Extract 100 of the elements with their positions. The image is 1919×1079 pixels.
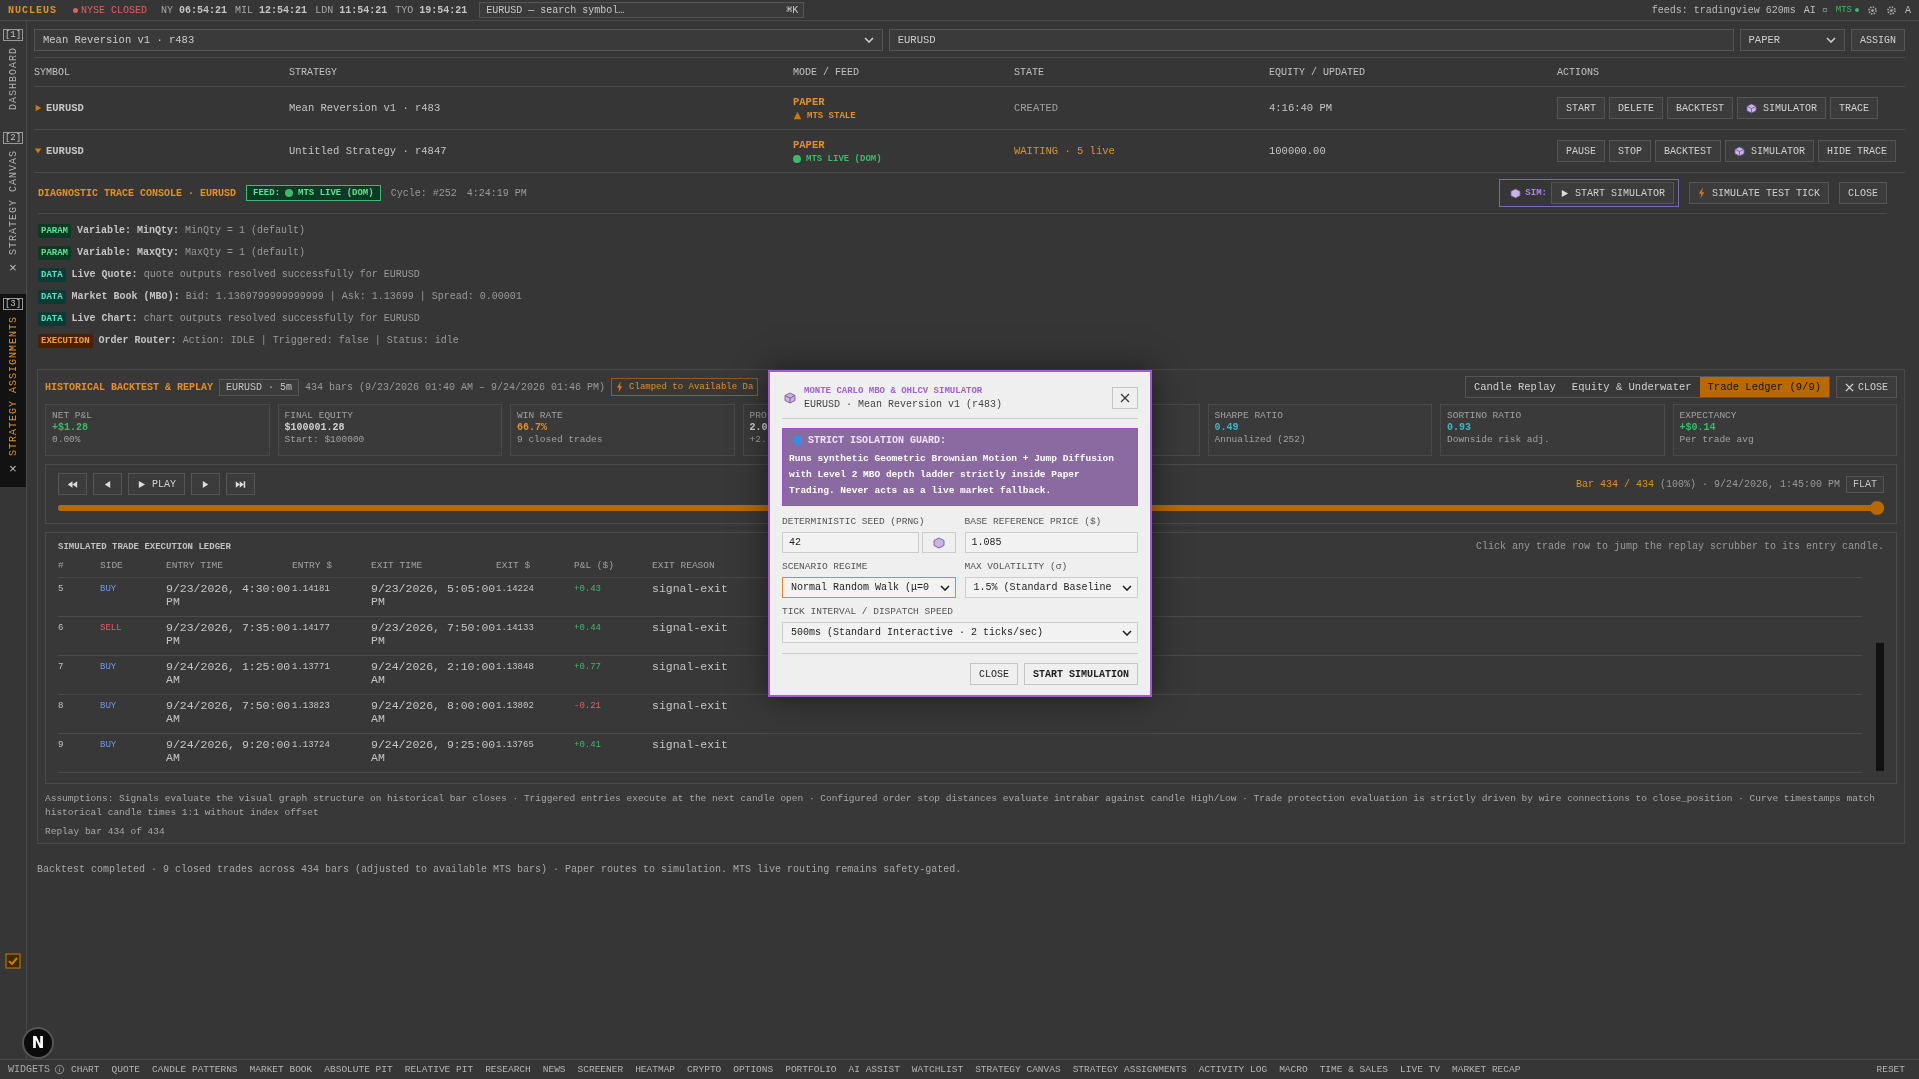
table-cell-text: 1.14177: [292, 622, 330, 633]
test-tick-button[interactable]: SIMULATE TEST TICK: [1688, 182, 1829, 204]
scenario-select[interactable]: Normal Random Walk (μ=0: [782, 577, 956, 598]
widget-link[interactable]: STRATEGY CANVAS: [969, 1064, 1067, 1075]
widget-link[interactable]: STRATEGY ASSIGNMENTS: [1066, 1064, 1193, 1075]
view-tab[interactable]: Equity & Underwater: [1563, 377, 1700, 397]
assign-button[interactable]: ASSIGN: [1851, 29, 1905, 51]
widget-link[interactable]: LIVE TV: [1394, 1064, 1446, 1075]
widget-link[interactable]: QUOTE: [105, 1064, 147, 1075]
randomize-button[interactable]: [921, 532, 956, 553]
table-cell-text: 1.13823: [292, 700, 330, 711]
market-status: NYSE CLOSED: [81, 4, 148, 16]
log-message: chart outputs resolved successfully for EURUSD: [143, 313, 420, 324]
step-back-button[interactable]: [93, 473, 122, 495]
metric-value: 0.49: [1214, 422, 1239, 433]
widget-link[interactable]: ACTIVITY LOG: [1192, 1064, 1274, 1075]
widget-link[interactable]: HEATMAP: [629, 1064, 682, 1075]
widget-link[interactable]: PORTFOLIO: [779, 1064, 843, 1075]
column-header: ENTRY TIME: [166, 560, 223, 571]
action-button[interactable]: SIMULATOR: [1725, 140, 1815, 162]
action-button[interactable]: START: [1557, 97, 1605, 119]
symbol-field[interactable]: EURUSD: [888, 29, 1734, 51]
column-header: #: [58, 560, 64, 571]
seed-field[interactable]: 42: [782, 532, 919, 553]
widget-link[interactable]: CRYPTO: [681, 1064, 728, 1075]
log-tag: PARAM: [38, 245, 71, 260]
price-field[interactable]: 1.085: [964, 532, 1138, 553]
side-tab[interactable]: [1] DASHBOARD: [0, 25, 26, 116]
widget-link[interactable]: WATCHLIST: [905, 1064, 970, 1075]
view-tab[interactable]: Candle Replay: [1465, 377, 1564, 397]
strategy-select[interactable]: Mean Reversion v1 · r483: [34, 29, 883, 51]
mode-select[interactable]: PAPER: [1739, 29, 1845, 51]
chevron-icon: [1122, 584, 1132, 591]
start-simulator-button[interactable]: START SIMULATOR: [1550, 182, 1674, 204]
action-button[interactable]: PAUSE: [1557, 140, 1605, 162]
pnl-cell-text: +0.43: [574, 583, 601, 594]
widget-link[interactable]: MARKET BOOK: [243, 1064, 319, 1075]
action-button[interactable]: BACKTEST: [1655, 140, 1722, 162]
widget-link[interactable]: NEWS: [536, 1064, 572, 1075]
caret-icon[interactable]: [34, 147, 42, 155]
metric-label: PRO: [749, 410, 767, 421]
user-avatar[interactable]: A: [1905, 4, 1911, 16]
cycle-count: Cycle: #252: [390, 187, 457, 199]
widget-link[interactable]: TIME & SALES: [1313, 1064, 1395, 1075]
side-tab[interactable]: [3] STRATEGY ASSIGNMENTS ×: [0, 294, 26, 488]
log-label: Variable: MinQty:: [77, 225, 180, 236]
widget-link[interactable]: CHART: [65, 1064, 106, 1075]
metric-note: Annualized (252): [1214, 434, 1306, 445]
action-button[interactable]: DELETE: [1609, 97, 1664, 119]
reset-link[interactable]: RESET: [1870, 1064, 1911, 1075]
view-tab[interactable]: Trade Ledger (9/9): [1699, 377, 1829, 397]
widget-link[interactable]: CANDLE PATTERNS: [146, 1064, 244, 1075]
status-message: Backtest completed · 9 closed trades across 434 bars (adjusted to available MTS bars) · Paper routes to simulation. MTS live routing remains safety-gated.: [37, 864, 963, 875]
widget-link[interactable]: SCREENER: [571, 1064, 630, 1075]
widget-link[interactable]: AI ASSIST: [842, 1064, 906, 1075]
volatility-select[interactable]: 1.5% (Standard Baseline: [964, 577, 1138, 598]
close-button[interactable]: CLOSE: [1836, 376, 1897, 398]
feed-status: MTS LIVE (DOM): [806, 153, 882, 164]
close-button[interactable]: CLOSE: [1839, 182, 1887, 204]
metric-label: EXPECTANCY: [1679, 410, 1737, 421]
widget-link[interactable]: OPTIONS: [727, 1064, 780, 1075]
scrollbar[interactable]: [1876, 643, 1884, 771]
column-header: STATE: [1014, 66, 1045, 78]
widget-link[interactable]: RELATIVE PIT: [398, 1064, 480, 1075]
bolt-icon: [616, 381, 625, 393]
close-button[interactable]: CLOSE: [969, 663, 1018, 685]
side-tab[interactable]: [2] STRATEGY CANVAS ×: [0, 128, 26, 283]
settings-icon[interactable]: [1886, 4, 1897, 16]
widget-link[interactable]: ABSOLUTE PIT: [318, 1064, 399, 1075]
widget-link[interactable]: MARKET RECAP: [1446, 1064, 1527, 1075]
app-logo-button[interactable]: N: [22, 1027, 54, 1059]
action-button[interactable]: BACKTEST: [1667, 97, 1734, 119]
start-simulation-button[interactable]: START SIMULATION: [1024, 663, 1138, 685]
state-cell-text: WAITING · 5 live: [1014, 145, 1116, 157]
action-button[interactable]: SIMULATOR: [1737, 97, 1827, 119]
action-button[interactable]: TRACE: [1830, 97, 1879, 119]
skip-end-button[interactable]: [226, 473, 255, 495]
rewind-button[interactable]: [58, 473, 87, 495]
equity-cell-text: 4:16:40 PM: [1269, 102, 1333, 114]
feed-status: MTS LIVE (DOM): [298, 188, 374, 198]
play-button[interactable]: PLAY: [128, 473, 185, 495]
scrubber-handle[interactable]: [1870, 501, 1884, 515]
table-cell: 9/23/2026, 4:30:00 PM: [166, 582, 292, 608]
table-cell-text: 1.13848: [496, 661, 534, 672]
mode-cell: PAPER: [793, 138, 825, 151]
metric-label: SHARPE RATIO: [1214, 410, 1283, 421]
log-label: Live Quote:: [71, 269, 138, 280]
column-header: ACTIONS: [1557, 66, 1600, 78]
log-message: Action: IDLE | Triggered: false | Status: idle: [182, 335, 459, 346]
table-cell: signal-exit: [652, 738, 728, 751]
action-button[interactable]: HIDE TRACE: [1818, 140, 1897, 162]
action-button[interactable]: STOP: [1609, 140, 1652, 162]
caret-icon[interactable]: [34, 104, 42, 112]
world-clock: NY 06:54:21: [161, 4, 228, 16]
close-button[interactable]: [1112, 387, 1138, 409]
widget-link[interactable]: RESEARCH: [479, 1064, 537, 1075]
tick-speed-select[interactable]: 500ms (Standard Interactive · 2 ticks/sec): [782, 622, 1138, 643]
widget-link[interactable]: MACRO: [1273, 1064, 1314, 1075]
settings-icon[interactable]: [1867, 4, 1878, 16]
step-forward-button[interactable]: [191, 473, 220, 495]
